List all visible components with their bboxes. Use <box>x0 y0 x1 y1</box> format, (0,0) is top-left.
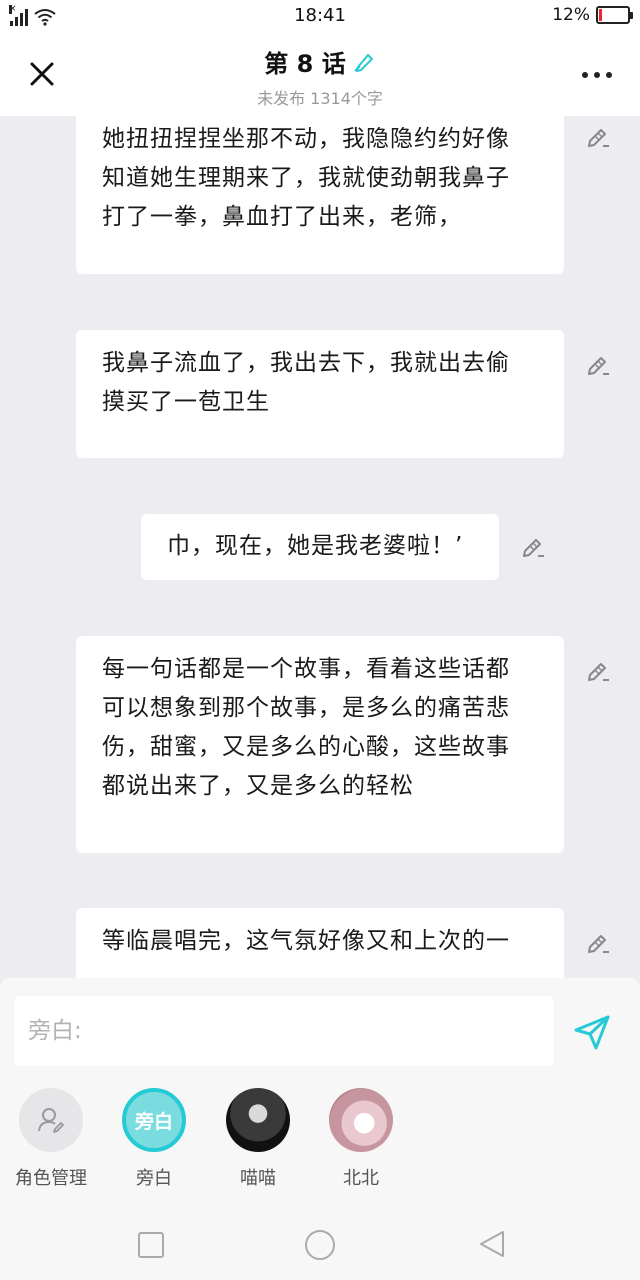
message-bubble[interactable]: 我鼻子流血了，我出去下，我就出去偷 摸买了一苞卫生 <box>76 330 564 458</box>
role-label: 喵喵 <box>240 1168 276 1189</box>
status-bar: × 18:41 12% <box>0 0 640 32</box>
role-label: 旁白 <box>136 1168 172 1189</box>
more-dots-icon[interactable] <box>582 72 612 80</box>
system-nav-bar <box>0 1208 640 1280</box>
edit-message-icon[interactable] <box>585 658 611 684</box>
message-bubble[interactable]: 巾，现在，她是我老婆啦！’ <box>141 514 499 580</box>
role-label: 北北 <box>343 1168 379 1189</box>
message-line: 打了一拳，鼻血打了出来，老筛， <box>102 204 462 230</box>
square-icon[interactable] <box>136 1230 166 1260</box>
message-line: 等临晨唱完，这气氛好像又和上次的一 <box>102 928 510 954</box>
edit-message-icon[interactable] <box>585 124 611 150</box>
battery-icon <box>596 6 633 24</box>
role-manage-icon <box>19 1088 83 1152</box>
message-line: 我鼻子流血了，我出去下，我就出去偷 <box>102 350 510 376</box>
avatar-text: 旁白 <box>134 1110 173 1133</box>
narration-avatar: 旁白 <box>122 1088 186 1152</box>
role-manage[interactable]: 角色管理 <box>1 1088 101 1190</box>
message-line: 可以想象到那个故事，是多么的痛苦悲 <box>102 695 510 721</box>
send-icon[interactable] <box>572 1012 612 1052</box>
edit-message-icon[interactable] <box>585 352 611 378</box>
message-line: 巾，现在，她是我老婆啦！’ <box>167 533 464 559</box>
message-line: 伤，甜蜜，又是多么的心酸，这些故事 <box>102 734 510 760</box>
pencil-icon[interactable] <box>352 50 376 74</box>
message-line: 知道她生理期来了，我就使劲朝我鼻子 <box>102 165 510 191</box>
edit-message-icon[interactable] <box>520 534 546 560</box>
role-miaomiao[interactable]: 喵喵 <box>208 1088 308 1190</box>
status-icons-right: 12% <box>552 5 633 25</box>
role-selector: 角色管理 旁白 旁白 喵喵 北北 <box>0 1088 640 1190</box>
role-narration[interactable]: 旁白 旁白 <box>104 1088 204 1190</box>
avatar <box>226 1088 290 1152</box>
edit-message-icon[interactable] <box>585 930 611 956</box>
role-beibei[interactable]: 北北 <box>311 1088 411 1190</box>
battery-percent: 12% <box>552 5 590 25</box>
message-bubble[interactable]: 等临晨唱完，这气氛好像又和上次的一 <box>76 908 564 978</box>
message-line: 摸买了一苞卫生 <box>102 389 270 415</box>
message-input[interactable] <box>14 996 554 1066</box>
message-line: 都说出来了，又是多么的轻松 <box>102 773 414 799</box>
page-title: 第 8 话 <box>264 50 346 78</box>
title-block: 第 8 话 未发布 1314个字 <box>0 44 640 109</box>
chapter-header: 第 8 话 未发布 1314个字 <box>0 32 640 116</box>
message-bubble[interactable]: 每一句话都是一个故事，看着这些话都 可以想象到那个故事，是多么的痛苦悲 伤，甜蜜… <box>76 636 564 853</box>
message-bubble[interactable]: 她扭扭捏捏坐那不动，我隐隐约约好像 知道她生理期来了，我就使劲朝我鼻子 打了一拳… <box>76 116 564 274</box>
message-line: 她扭扭捏捏坐那不动，我隐隐约约好像 <box>102 126 510 152</box>
message-list[interactable]: 她扭扭捏捏坐那不动，我隐隐约约好像 知道她生理期来了，我就使劲朝我鼻子 打了一拳… <box>0 116 640 978</box>
circle-icon[interactable] <box>303 1228 337 1262</box>
message-line: 每一句话都是一个故事，看着这些话都 <box>102 656 510 682</box>
message-input-box[interactable] <box>14 996 554 1066</box>
battery-level <box>599 9 602 21</box>
status-time: 18:41 <box>294 5 346 26</box>
role-label: 角色管理 <box>15 1168 87 1189</box>
chapter-status: 未发布 1314个字 <box>257 89 383 108</box>
back-triangle-icon[interactable] <box>476 1228 508 1260</box>
avatar <box>329 1088 393 1152</box>
